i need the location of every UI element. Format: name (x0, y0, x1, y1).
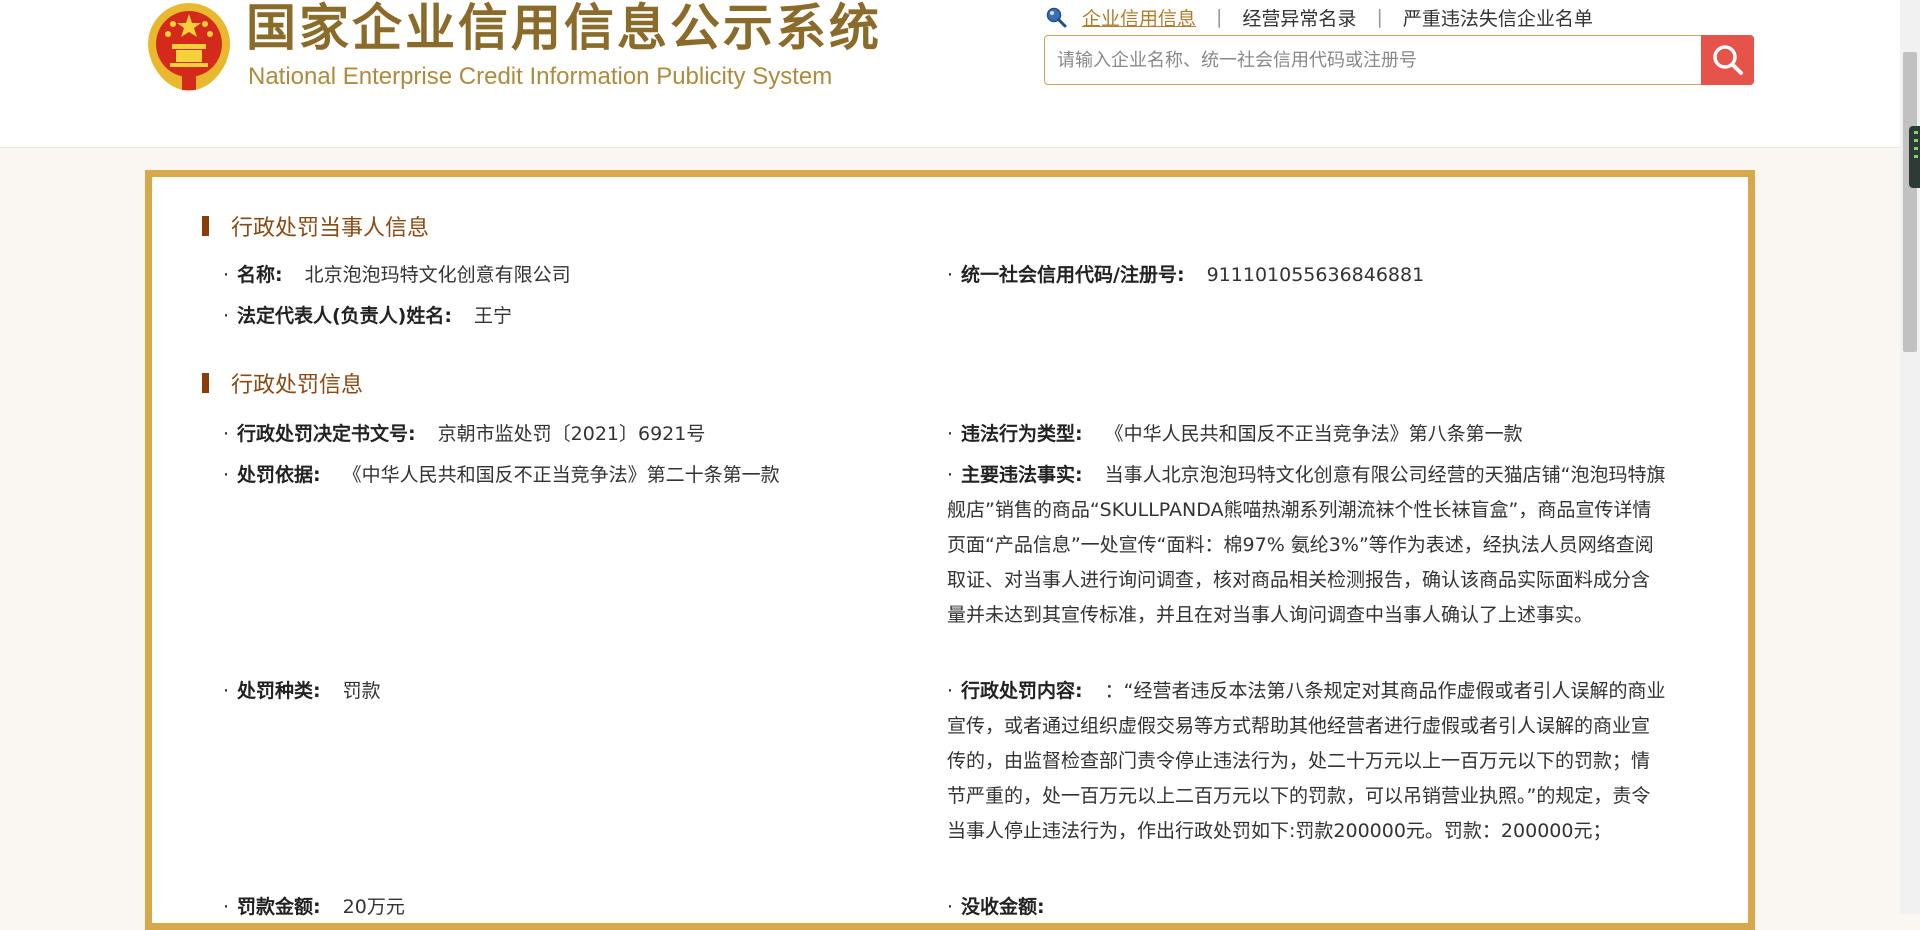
site-logo-subtitle: National Enterprise Credit Information P… (248, 63, 833, 90)
field-label: 处罚种类: (237, 680, 321, 702)
section-title-text: 行政处罚信息 (231, 373, 364, 398)
search-button[interactable] (1701, 35, 1754, 85)
field-decision-number: · 行政处罚决定书文号: 京朝市监处罚〔2021〕6921号 (223, 423, 706, 445)
section-marker (202, 216, 209, 236)
national-emblem-icon (148, 3, 230, 92)
field-violation-type: · 违法行为类型: 《中华人民共和国反不正当竞争法》第八条第一款 (947, 423, 1523, 445)
field-credit-code: · 统一社会信用代码/注册号: 911101055636846881 (947, 264, 1425, 286)
field-label: 主要违法事实: (961, 464, 1083, 486)
nav-abnormal-operation-list[interactable]: 经营异常名录 (1242, 4, 1356, 31)
penalty-detail-card: 行政处罚当事人信息 · 名称: 北京泡泡玛特文化创意有限公司 · 统一社会信用代码/… (145, 170, 1755, 930)
site-header: 国家企业信用信息公示系统 National Enterprise Credit … (0, 0, 1900, 148)
main-facts: 当事人北京泡泡玛特文化创意有限公司经营的天猫店铺“泡泡玛特旗舰店”销售的商品“S… (947, 464, 1666, 626)
search-icon (1046, 7, 1067, 28)
search-input[interactable] (1045, 36, 1701, 84)
section-marker (202, 373, 209, 393)
field-label: 名称: (237, 264, 283, 286)
nav-separator: | (1216, 6, 1223, 28)
field-label: 统一社会信用代码/注册号: (961, 264, 1185, 286)
legal-representative: 王宁 (474, 305, 513, 327)
search-box (1044, 35, 1754, 85)
scrollbar-thumb[interactable] (1903, 52, 1917, 352)
nav-separator: | (1376, 6, 1383, 28)
field-name: · 名称: 北京泡泡玛特文化创意有限公司 (223, 264, 571, 286)
field-label: 没收金额: (961, 896, 1045, 918)
penalty-content: ：“经营者违反本法第八条规定对其商品作虚假或者引人误解的商业宣传，或者通过组织虚… (947, 680, 1666, 842)
magnifier-icon (1712, 45, 1743, 75)
fine-amount: 20万元 (342, 896, 405, 918)
section-penalty-info: 行政处罚信息 (202, 367, 363, 399)
field-label: 违法行为类型: (961, 423, 1083, 445)
company-name: 北京泡泡玛特文化创意有限公司 (304, 264, 571, 286)
field-confiscation-amount: · 没收金额: (947, 896, 1045, 918)
violation-type: 《中华人民共和国反不正当竞争法》第八条第一款 (1104, 423, 1523, 445)
field-label: 行政处罚决定书文号: (237, 423, 416, 445)
penalty-basis: 《中华人民共和国反不正当竞争法》第二十条第一款 (342, 464, 780, 486)
field-label: 法定代表人(负责人)姓名: (237, 305, 452, 327)
nav-enterprise-credit-info[interactable]: 企业信用信息 (1082, 4, 1196, 31)
site-logo-title: 国家企业信用信息公示系统 (246, 0, 882, 57)
field-label: 罚款金额: (237, 896, 321, 918)
field-main-facts: · 主要违法事实: 当事人北京泡泡玛特文化创意有限公司经营的天猫店铺“泡泡玛特旗舰… (947, 464, 1666, 626)
side-toolbar-widget[interactable] (1909, 126, 1920, 188)
nav-serious-violation-list[interactable]: 严重违法失信企业名单 (1403, 4, 1593, 31)
field-fine-amount: · 罚款金额: 20万元 (223, 896, 405, 918)
credit-code: 911101055636846881 (1206, 264, 1425, 286)
field-label: 行政处罚内容: (961, 680, 1083, 702)
penalty-type: 罚款 (342, 680, 381, 702)
field-penalty-content: · 行政处罚内容: ：“经营者违反本法第八条规定对其商品作虚假或者引人误解的商业宣… (947, 680, 1666, 842)
top-navigation: 企业信用信息 | 经营异常名录 | 严重违法失信企业名单 (1044, 2, 1593, 32)
field-legal-representative: · 法定代表人(负责人)姓名: 王宁 (223, 305, 513, 327)
field-penalty-basis: · 处罚依据: 《中华人民共和国反不正当竞争法》第二十条第一款 (223, 464, 780, 486)
field-label: 处罚依据: (237, 464, 321, 486)
section-title-text: 行政处罚当事人信息 (231, 216, 430, 241)
field-penalty-type: · 处罚种类: 罚款 (223, 680, 381, 702)
decision-number: 京朝市监处罚〔2021〕6921号 (437, 423, 706, 445)
section-party-info: 行政处罚当事人信息 (202, 210, 429, 242)
